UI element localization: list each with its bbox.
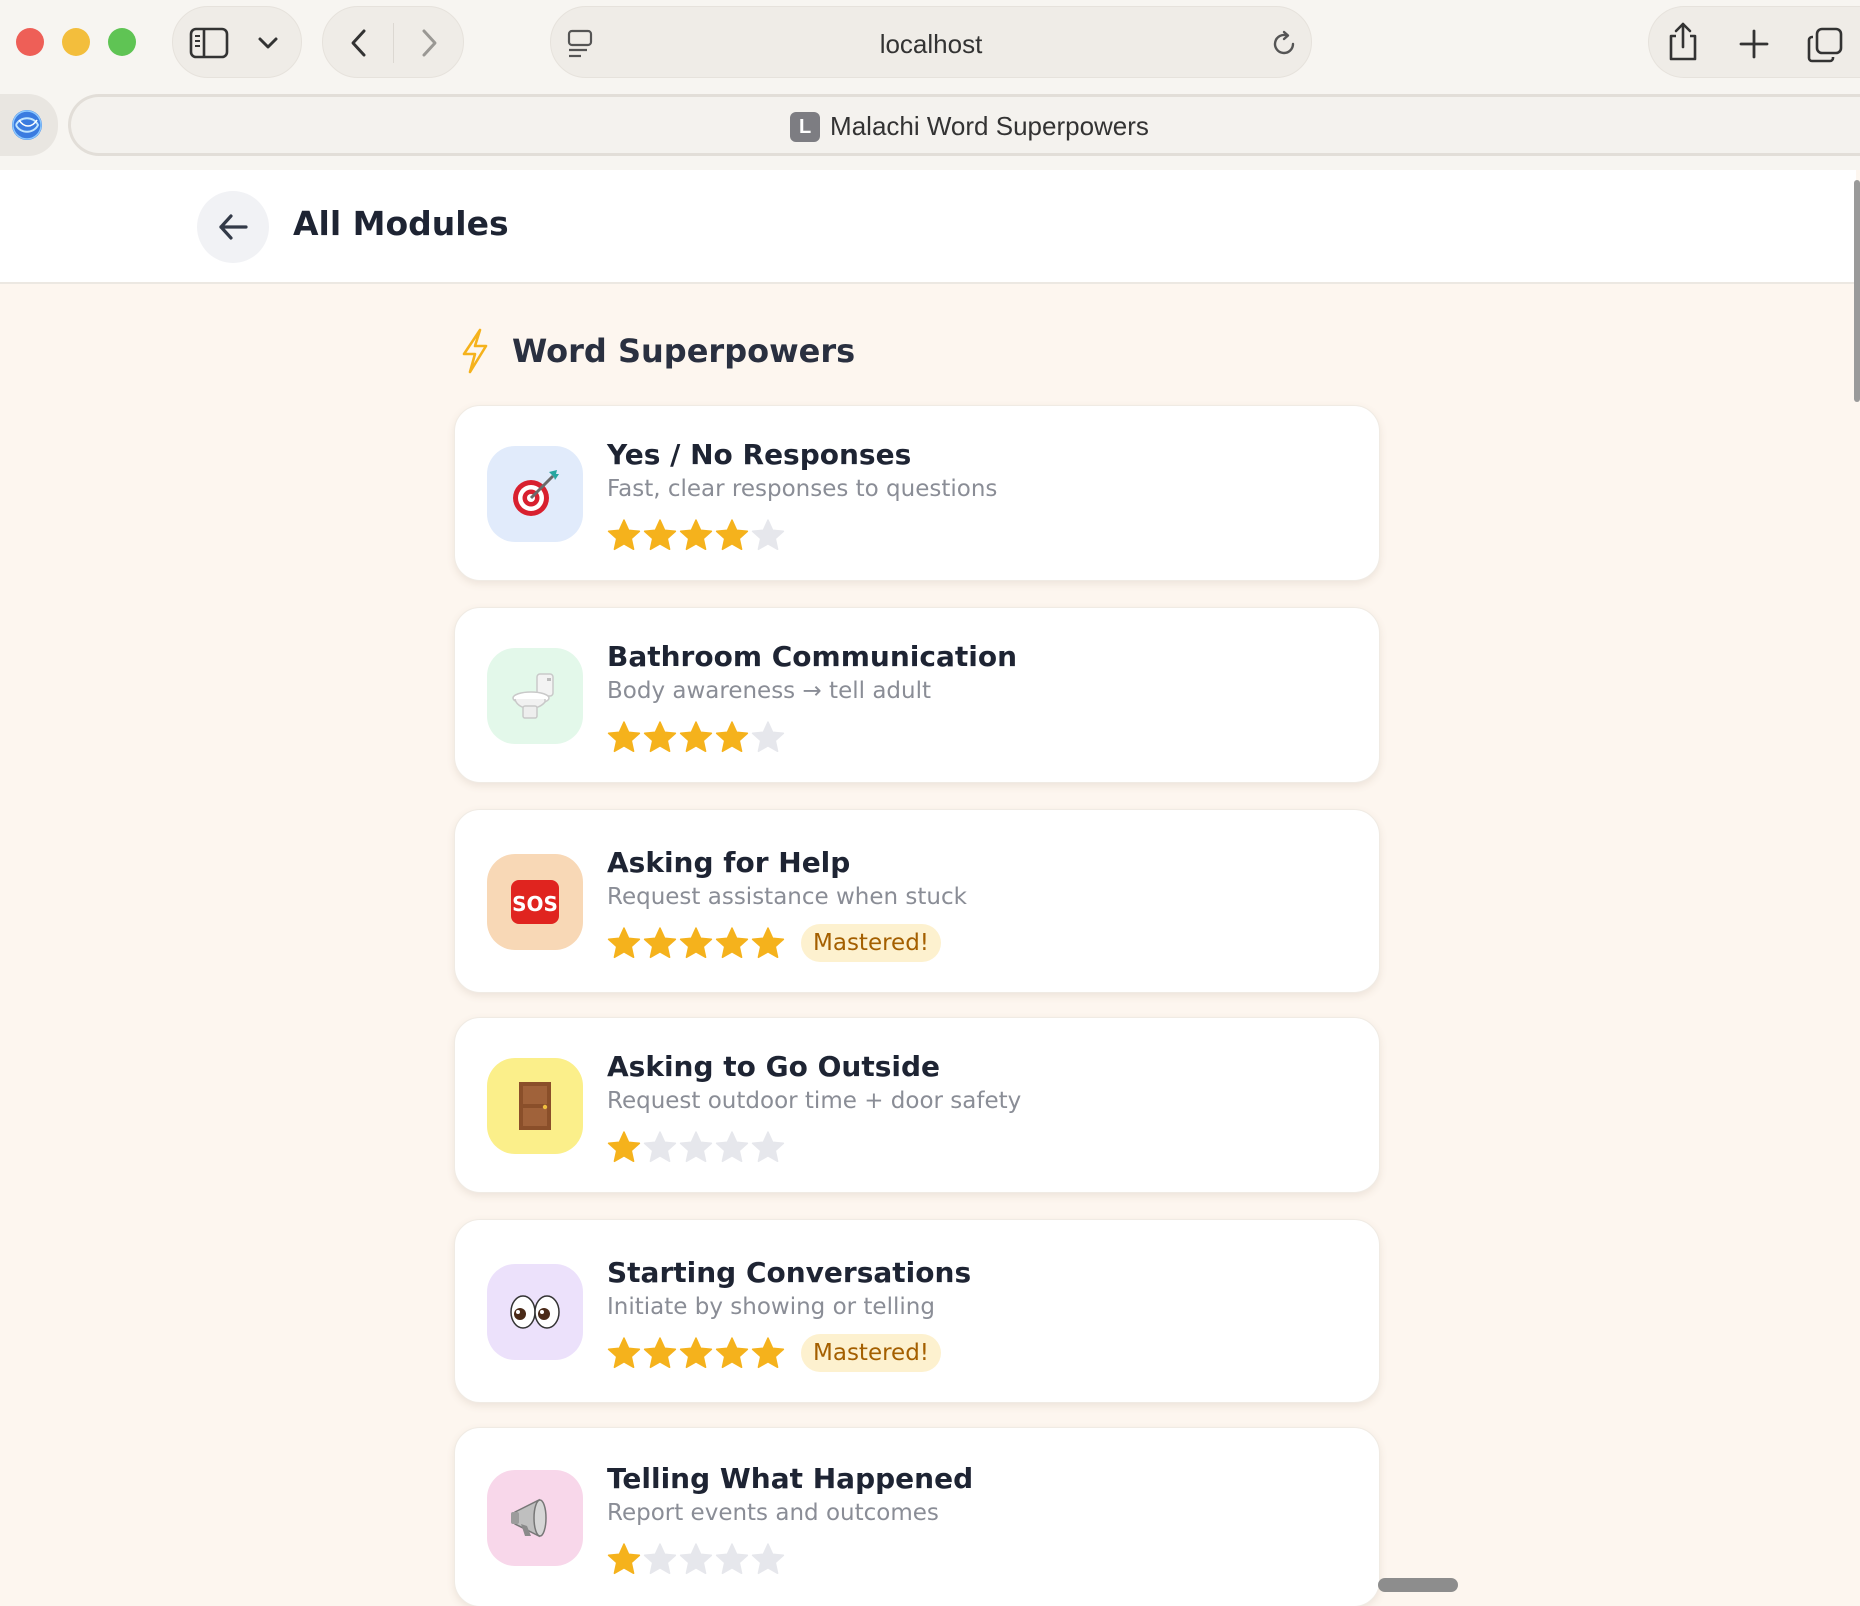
star-filled-icon bbox=[607, 1131, 641, 1163]
sidebar-toggle-group bbox=[172, 6, 302, 78]
star-filled-icon bbox=[679, 721, 713, 753]
tab-overview-icon[interactable] bbox=[1807, 27, 1843, 63]
eyes-icon bbox=[487, 1264, 583, 1360]
module-title: Asking to Go Outside bbox=[607, 1050, 941, 1083]
star-filled-icon bbox=[679, 1337, 713, 1369]
module-description: Report events and outcomes bbox=[607, 1500, 939, 1526]
star-rating bbox=[607, 1542, 787, 1576]
section-header: Word Superpowers bbox=[458, 326, 855, 376]
star-filled-icon bbox=[643, 927, 677, 959]
star-filled-icon bbox=[643, 721, 677, 753]
share-icon[interactable] bbox=[1665, 21, 1701, 63]
module-title: Bathroom Communication bbox=[607, 640, 1018, 673]
app-header: All Modules bbox=[0, 170, 1856, 284]
star-filled-icon bbox=[679, 927, 713, 959]
star-rating bbox=[607, 518, 787, 552]
star-filled-icon bbox=[643, 1337, 677, 1369]
zoom-window-button[interactable] bbox=[108, 28, 136, 56]
star-filled-icon bbox=[679, 519, 713, 551]
mastered-badge: Mastered! bbox=[801, 924, 942, 962]
tab-favicon: L bbox=[790, 111, 821, 142]
module-title: Telling What Happened bbox=[607, 1462, 974, 1495]
sidebar-icon[interactable] bbox=[189, 27, 229, 59]
megaphone-icon bbox=[487, 1470, 583, 1566]
door-icon bbox=[487, 1058, 583, 1154]
star-filled-icon bbox=[607, 927, 641, 959]
arrow-left-icon bbox=[219, 214, 248, 240]
reload-icon[interactable] bbox=[1269, 29, 1299, 59]
nav-divider bbox=[393, 23, 394, 63]
new-tab-icon[interactable] bbox=[1739, 29, 1769, 59]
module-card[interactable]: Starting Conversations Initiate by showin… bbox=[454, 1219, 1380, 1403]
star-empty-icon bbox=[715, 1543, 749, 1575]
assistant-orb-icon bbox=[12, 110, 42, 140]
module-description: Request assistance when stuck bbox=[607, 884, 967, 910]
module-card[interactable]: Yes / No Responses Fast, clear responses … bbox=[454, 405, 1380, 581]
forward-nav-icon[interactable] bbox=[417, 27, 441, 59]
star-filled-icon bbox=[607, 519, 641, 551]
star-filled-icon bbox=[607, 1337, 641, 1369]
active-tab[interactable]: L Malachi Word Superpowers bbox=[68, 94, 1860, 156]
browser-chrome: localhost L Malachi Word Superpowers bbox=[0, 0, 1860, 170]
module-description: Body awareness → tell adult bbox=[607, 678, 931, 704]
lightning-icon bbox=[462, 328, 488, 374]
star-empty-icon bbox=[643, 1543, 677, 1575]
close-window-button[interactable] bbox=[16, 28, 44, 56]
chevron-down-icon[interactable] bbox=[257, 35, 279, 51]
module-description: Request outdoor time + door safety bbox=[607, 1088, 1022, 1114]
star-filled-icon bbox=[607, 721, 641, 753]
mastered-badge: Mastered! bbox=[801, 1334, 942, 1372]
star-rating: Mastered! bbox=[607, 924, 942, 962]
module-card[interactable]: SOS Asking for Help Request assistance whe… bbox=[454, 809, 1380, 993]
star-filled-icon bbox=[715, 721, 749, 753]
star-filled-icon bbox=[715, 1337, 749, 1369]
section-title: Word Superpowers bbox=[512, 332, 856, 370]
star-empty-icon bbox=[751, 1131, 785, 1163]
module-card[interactable]: Bathroom Communication Body awareness → t… bbox=[454, 607, 1380, 783]
module-description: Initiate by showing or telling bbox=[607, 1294, 935, 1320]
toolbar-actions-group bbox=[1648, 6, 1860, 78]
star-rating bbox=[607, 1130, 787, 1164]
target-icon bbox=[487, 446, 583, 542]
module-title: Yes / No Responses bbox=[607, 438, 912, 471]
star-filled-icon bbox=[607, 1543, 641, 1575]
star-filled-icon bbox=[751, 927, 785, 959]
back-nav-icon[interactable] bbox=[347, 27, 371, 59]
module-description: Fast, clear responses to questions bbox=[607, 476, 998, 502]
star-filled-icon bbox=[715, 927, 749, 959]
star-rating bbox=[607, 720, 787, 754]
assistant-button[interactable] bbox=[0, 94, 58, 156]
star-empty-icon bbox=[751, 519, 785, 551]
svg-text:SOS: SOS bbox=[512, 892, 558, 916]
star-filled-icon bbox=[643, 519, 677, 551]
star-empty-icon bbox=[751, 721, 785, 753]
tab-title: Malachi Word Superpowers bbox=[830, 111, 1149, 141]
page-title: All Modules bbox=[293, 204, 509, 243]
star-empty-icon bbox=[679, 1543, 713, 1575]
star-filled-icon bbox=[715, 519, 749, 551]
vertical-scrollbar[interactable] bbox=[1854, 180, 1860, 402]
star-empty-icon bbox=[715, 1131, 749, 1163]
star-empty-icon bbox=[679, 1131, 713, 1163]
module-card[interactable]: Telling What Happened Report events and o… bbox=[454, 1427, 1380, 1606]
toilet-icon bbox=[487, 648, 583, 744]
history-nav-group bbox=[322, 6, 464, 78]
horizontal-scrollbar[interactable] bbox=[1378, 1578, 1458, 1592]
minimize-window-button[interactable] bbox=[62, 28, 90, 56]
address-text: localhost bbox=[879, 29, 983, 59]
module-title: Starting Conversations bbox=[607, 1256, 972, 1289]
star-rating: Mastered! bbox=[607, 1334, 942, 1372]
star-empty-icon bbox=[643, 1131, 677, 1163]
star-filled-icon bbox=[751, 1337, 785, 1369]
star-empty-icon bbox=[751, 1543, 785, 1575]
module-card[interactable]: Asking to Go Outside Request outdoor time… bbox=[454, 1017, 1380, 1193]
address-bar[interactable]: localhost bbox=[550, 6, 1312, 78]
module-title: Asking for Help bbox=[607, 846, 851, 879]
sos-icon: SOS bbox=[487, 854, 583, 950]
back-button[interactable] bbox=[197, 191, 269, 263]
